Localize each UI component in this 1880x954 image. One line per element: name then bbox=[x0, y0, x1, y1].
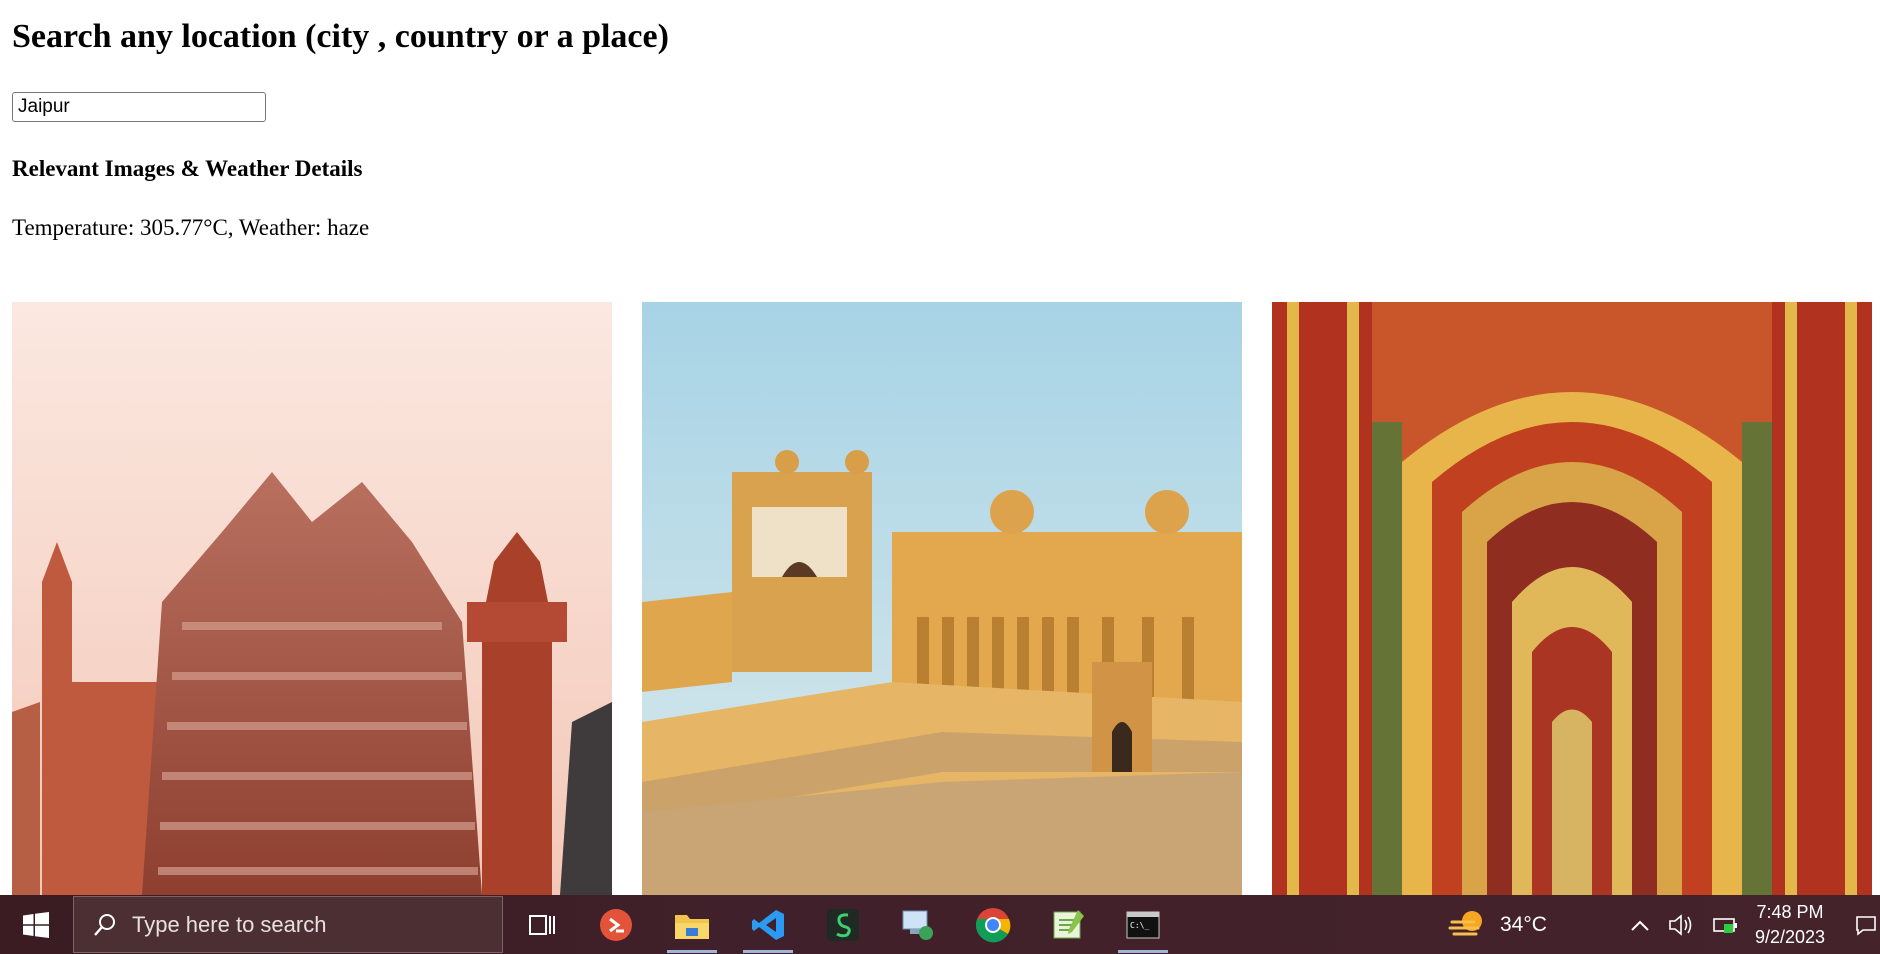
location-search-input[interactable] bbox=[12, 92, 266, 122]
windows-logo-icon bbox=[23, 911, 49, 938]
gallery-image-ornate-gateway bbox=[1272, 302, 1872, 895]
gallery-image-hawa-mahal bbox=[12, 302, 612, 895]
sheets-app-icon[interactable] bbox=[808, 895, 878, 954]
start-button[interactable] bbox=[0, 895, 72, 954]
notepad-plus-icon[interactable] bbox=[1033, 895, 1103, 954]
section-heading: Relevant Images & Weather Details bbox=[12, 156, 363, 181]
terminal-icon[interactable]: C:\_ bbox=[1108, 895, 1178, 954]
search-placeholder: Type here to search bbox=[132, 911, 327, 937]
clock-date: 9/2/2023 bbox=[1754, 927, 1826, 947]
chevron-up-icon[interactable] bbox=[1630, 918, 1650, 932]
vscode-icon[interactable] bbox=[733, 895, 803, 954]
page-title: Search any location (city , country or a… bbox=[12, 18, 669, 55]
task-view-icon[interactable] bbox=[506, 895, 576, 954]
remote-desktop-icon[interactable] bbox=[581, 895, 651, 954]
volume-icon[interactable] bbox=[1668, 913, 1694, 937]
clock-time: 7:48 PM bbox=[1756, 902, 1824, 922]
notification-icon bbox=[1856, 915, 1876, 936]
file-explorer-icon[interactable] bbox=[657, 895, 727, 954]
svg-text:C:\_: C:\_ bbox=[1130, 921, 1149, 930]
chrome-icon[interactable] bbox=[958, 895, 1028, 954]
taskbar-search-box[interactable]: Type here to search bbox=[73, 896, 503, 953]
image-gallery bbox=[12, 302, 1880, 895]
haze-weather-icon bbox=[1448, 910, 1482, 935]
taskbar-weather[interactable]: 34°C bbox=[1448, 895, 1547, 954]
search-icon bbox=[94, 913, 115, 936]
weather-details: Temperature: 305.77°C, Weather: haze bbox=[12, 215, 370, 240]
notification-center[interactable] bbox=[1855, 895, 1877, 954]
system-tray bbox=[1630, 895, 1740, 954]
network-app-icon[interactable] bbox=[883, 895, 953, 954]
weather-temperature: 34°C bbox=[1500, 912, 1547, 936]
gallery-image-amber-fort bbox=[642, 302, 1242, 895]
taskbar-clock[interactable]: 7:48 PM 9/2/2023 bbox=[1735, 900, 1845, 950]
windows-taskbar: Type here to search C:\_ 34°C 7:48 PM 9/… bbox=[0, 895, 1880, 954]
